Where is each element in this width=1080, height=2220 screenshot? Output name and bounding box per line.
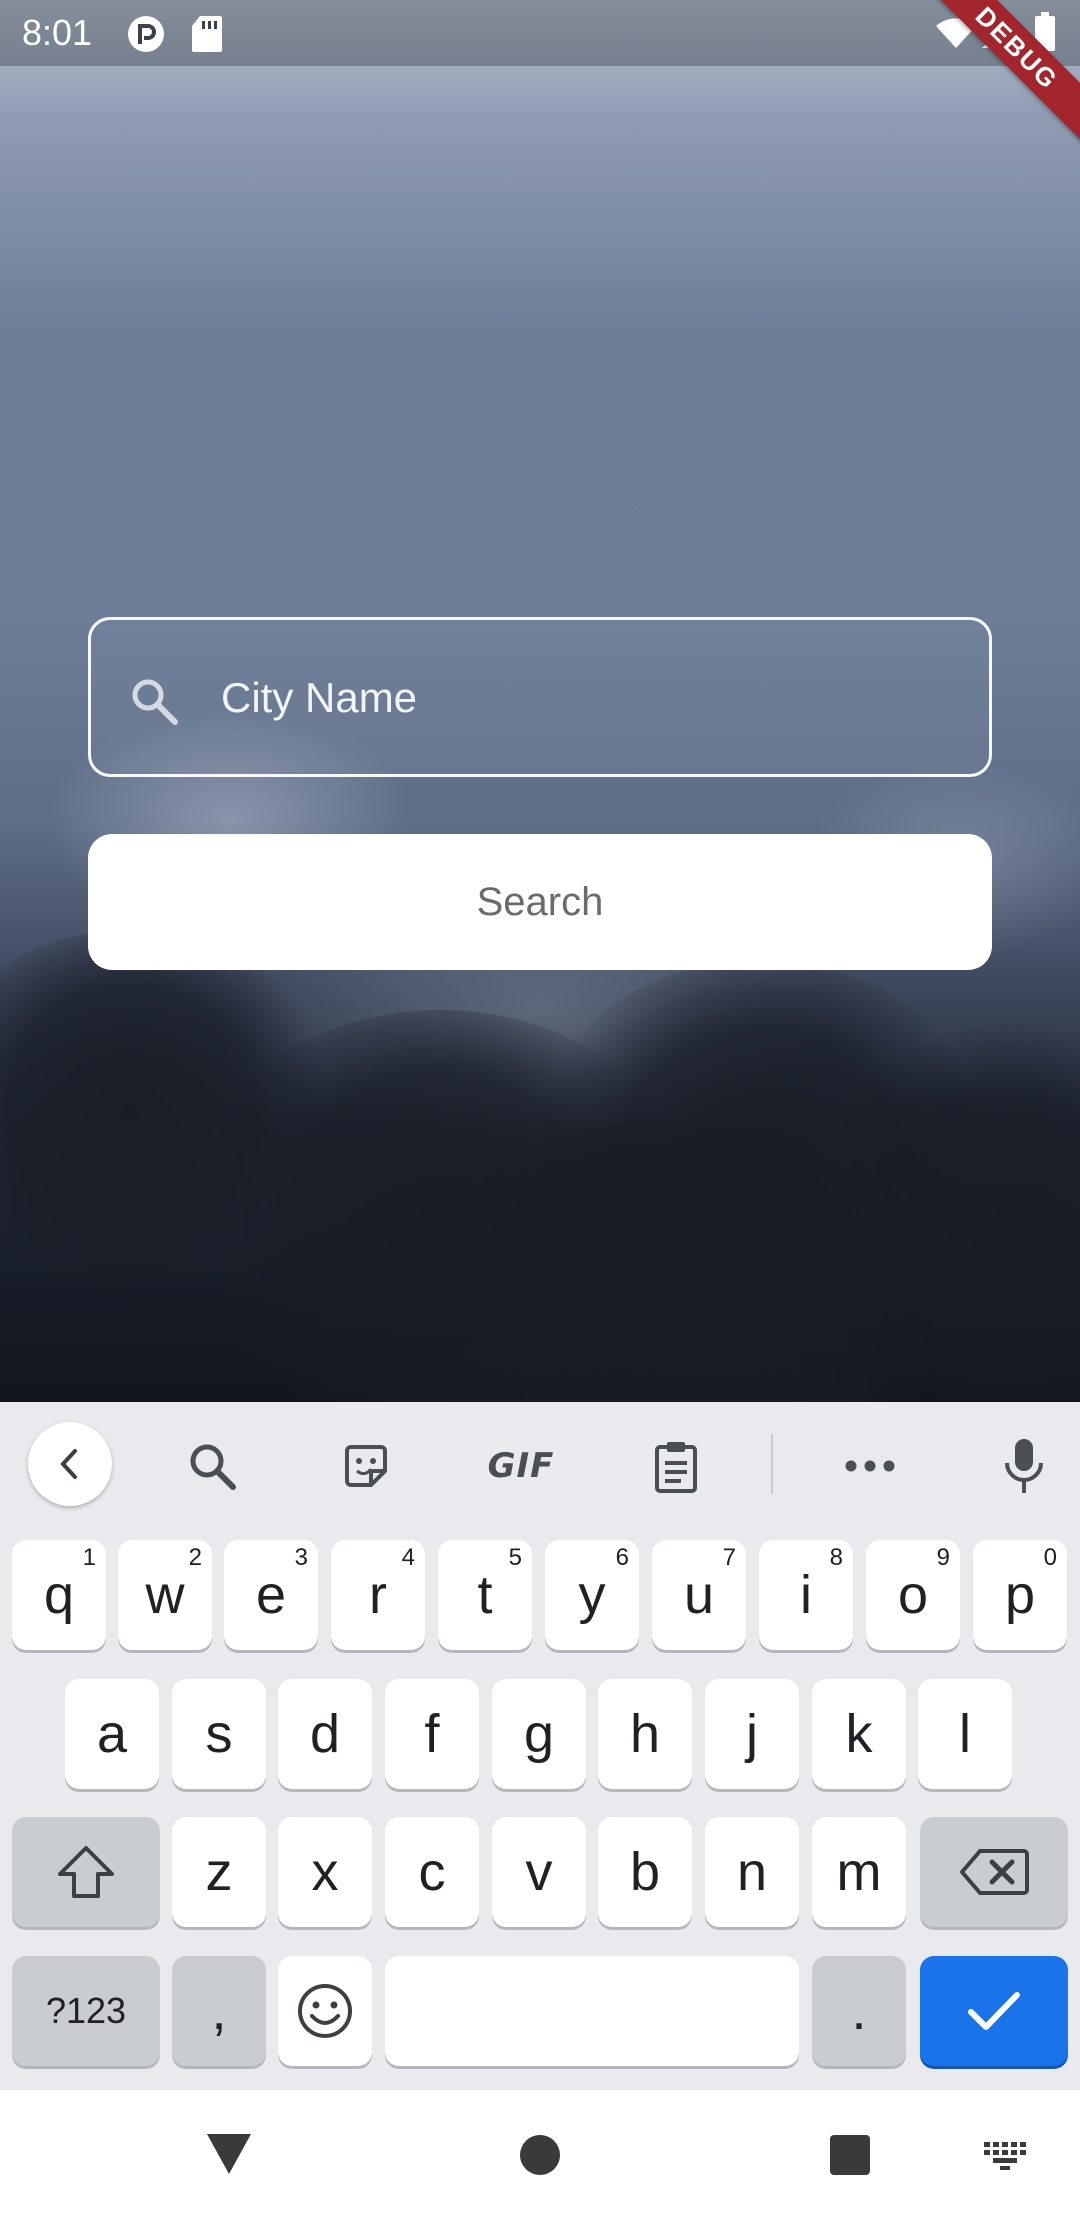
gif-icon[interactable]: GIF: [476, 1424, 566, 1508]
key-h[interactable]: h: [598, 1679, 692, 1789]
key-t[interactable]: t5: [438, 1540, 532, 1650]
key-i[interactable]: i8: [759, 1540, 853, 1650]
key-s[interactable]: s: [172, 1679, 266, 1789]
key-p[interactable]: p0: [973, 1540, 1067, 1650]
key-q[interactable]: q1: [12, 1540, 106, 1650]
checkmark-icon: [968, 1992, 1020, 2030]
key-g[interactable]: g: [492, 1679, 586, 1789]
keyboard-switch-icon[interactable]: [982, 2140, 1030, 2177]
back-triangle-icon[interactable]: [203, 2130, 255, 2181]
key-k[interactable]: k: [812, 1679, 906, 1789]
recents-square-icon[interactable]: [829, 2134, 871, 2181]
more-icon[interactable]: [828, 1424, 912, 1508]
backspace-key[interactable]: [920, 1817, 1068, 1927]
key-n[interactable]: n: [705, 1817, 799, 1927]
city-name-field[interactable]: [88, 617, 992, 777]
soft-keyboard: GIF q1 w2 e3 r4 t5 y6 u7 i8 o9 p0 a s d …: [0, 1402, 1080, 2090]
notification-app-icon: [126, 14, 166, 63]
backspace-icon: [960, 1849, 1029, 1895]
key-c[interactable]: c: [385, 1817, 479, 1927]
sd-card-icon: [190, 14, 224, 63]
status-time: 8:01: [22, 12, 93, 53]
key-x[interactable]: x: [278, 1817, 372, 1927]
shift-key[interactable]: [12, 1817, 160, 1927]
search-icon: [129, 676, 179, 731]
navigation-bar: [0, 2090, 1080, 2220]
key-b[interactable]: b: [598, 1817, 692, 1927]
key-w[interactable]: w2: [118, 1540, 212, 1650]
key-e[interactable]: e3: [224, 1540, 318, 1650]
key-o[interactable]: o9: [866, 1540, 960, 1650]
search-button[interactable]: Search: [88, 834, 992, 970]
keyboard-search-icon[interactable]: [170, 1424, 254, 1508]
period-key[interactable]: .: [812, 1956, 906, 2066]
symbols-key[interactable]: ?123: [12, 1956, 160, 2066]
keyboard-toolbar: GIF: [0, 1402, 1080, 1526]
key-z[interactable]: z: [172, 1817, 266, 1927]
emoji-icon: [298, 1984, 352, 2038]
status-bar: 8:01: [0, 0, 1080, 66]
toolbar-divider: [771, 1434, 773, 1494]
city-name-input[interactable]: [221, 660, 961, 736]
clipboard-icon[interactable]: [634, 1424, 718, 1508]
keyboard-back-icon[interactable]: [28, 1422, 112, 1506]
space-key[interactable]: [385, 1956, 799, 2066]
key-l[interactable]: l: [918, 1679, 1012, 1789]
key-u[interactable]: u7: [652, 1540, 746, 1650]
key-y[interactable]: y6: [545, 1540, 639, 1650]
shift-icon: [58, 1846, 114, 1898]
key-f[interactable]: f: [385, 1679, 479, 1789]
sticker-icon[interactable]: [324, 1424, 408, 1508]
debug-banner: DEBUG: [920, 0, 1080, 160]
microphone-icon[interactable]: [982, 1424, 1066, 1508]
key-a[interactable]: a: [65, 1679, 159, 1789]
emoji-key[interactable]: [278, 1956, 372, 2066]
key-m[interactable]: m: [812, 1817, 906, 1927]
key-v[interactable]: v: [492, 1817, 586, 1927]
key-d[interactable]: d: [278, 1679, 372, 1789]
key-j[interactable]: j: [705, 1679, 799, 1789]
comma-key[interactable]: ,: [172, 1956, 266, 2066]
enter-key[interactable]: [920, 1956, 1068, 2066]
key-r[interactable]: r4: [331, 1540, 425, 1650]
home-circle-icon[interactable]: [519, 2134, 561, 2181]
